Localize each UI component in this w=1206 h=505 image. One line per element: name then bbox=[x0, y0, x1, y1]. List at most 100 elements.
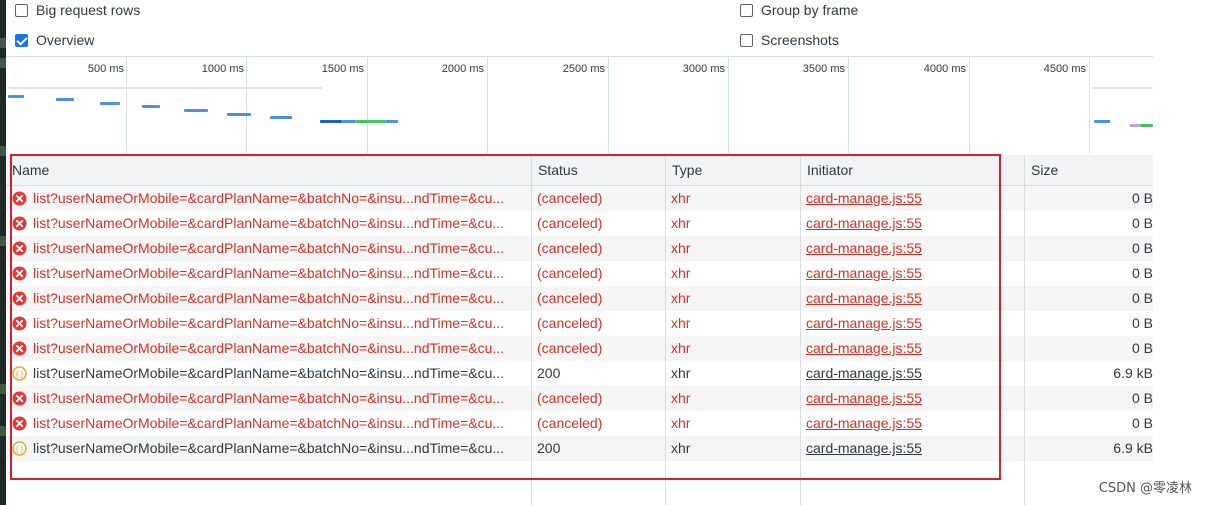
initiator-link[interactable]: card-manage.js:55 bbox=[806, 311, 1016, 336]
timeline-gridline bbox=[1089, 57, 1090, 153]
request-status: (canceled) bbox=[537, 390, 603, 406]
column-header-size[interactable]: Size bbox=[1025, 155, 1153, 185]
timeline-bar bbox=[1140, 124, 1153, 127]
request-name[interactable]: list?userNameOrMobile=&cardPlanName=&bat… bbox=[33, 436, 528, 461]
column-divider[interactable] bbox=[800, 155, 801, 505]
screenshots-label: Screenshots bbox=[761, 32, 839, 48]
timeline-bar bbox=[100, 102, 120, 105]
svg-text:{}: {} bbox=[15, 445, 25, 454]
timeline-gridline bbox=[246, 57, 247, 153]
request-name[interactable]: list?userNameOrMobile=&cardPlanName=&bat… bbox=[33, 186, 528, 211]
request-size: 0 B bbox=[1131, 390, 1153, 406]
initiator-link[interactable]: card-manage.js:55 bbox=[806, 361, 1016, 386]
request-size: 0 B bbox=[1131, 290, 1153, 306]
column-header-initiator[interactable]: Initiator bbox=[801, 155, 1025, 185]
timeline-tick-label: 2500 ms bbox=[562, 63, 605, 75]
error-circle-icon bbox=[12, 416, 27, 431]
timeline-bar bbox=[8, 87, 322, 89]
column-divider[interactable] bbox=[1024, 155, 1025, 505]
timeline-bar bbox=[1130, 124, 1140, 127]
request-name[interactable]: list?userNameOrMobile=&cardPlanName=&bat… bbox=[33, 261, 528, 286]
initiator-link[interactable]: card-manage.js:55 bbox=[806, 211, 1016, 236]
network-request-table: Name Status Type Initiator Size list?use… bbox=[6, 155, 1153, 505]
timeline-bar bbox=[320, 120, 342, 123]
request-name[interactable]: list?userNameOrMobile=&cardPlanName=&bat… bbox=[33, 386, 528, 411]
timeline-bar bbox=[386, 120, 398, 123]
timeline-bar bbox=[184, 109, 208, 112]
table-row[interactable]: list?userNameOrMobile=&cardPlanName=&bat… bbox=[6, 286, 1153, 311]
initiator-link[interactable]: card-manage.js:55 bbox=[806, 436, 1016, 461]
timeline-bar bbox=[342, 120, 356, 123]
initiator-link[interactable]: card-manage.js:55 bbox=[806, 336, 1016, 361]
table-row[interactable]: list?userNameOrMobile=&cardPlanName=&bat… bbox=[6, 311, 1153, 336]
table-row[interactable]: list?userNameOrMobile=&cardPlanName=&bat… bbox=[6, 211, 1153, 236]
timeline-bar bbox=[8, 95, 24, 98]
request-name[interactable]: list?userNameOrMobile=&cardPlanName=&bat… bbox=[33, 336, 528, 361]
request-name[interactable]: list?userNameOrMobile=&cardPlanName=&bat… bbox=[33, 411, 528, 436]
request-status: (canceled) bbox=[537, 265, 603, 281]
timeline-tick-label: 4500 ms bbox=[1043, 63, 1086, 75]
timeline-tick-label: 4000 ms bbox=[923, 63, 966, 75]
timeline-bar bbox=[1092, 87, 1153, 89]
table-row[interactable]: {} list?userNameOrMobile=&cardPlanName=&b… bbox=[6, 436, 1153, 461]
request-name[interactable]: list?userNameOrMobile=&cardPlanName=&bat… bbox=[33, 211, 528, 236]
timeline-gridline bbox=[728, 57, 729, 153]
overview-label: Overview bbox=[36, 32, 95, 48]
column-header-name[interactable]: Name bbox=[6, 155, 532, 185]
request-type: xhr bbox=[671, 190, 691, 206]
big-request-rows-checkbox[interactable] bbox=[15, 3, 28, 17]
request-type: xhr bbox=[671, 390, 691, 406]
svg-text:{}: {} bbox=[15, 370, 25, 379]
initiator-link[interactable]: card-manage.js:55 bbox=[806, 236, 1016, 261]
table-header: Name Status Type Initiator Size bbox=[6, 155, 1153, 186]
initiator-link[interactable]: card-manage.js:55 bbox=[806, 286, 1016, 311]
request-name[interactable]: list?userNameOrMobile=&cardPlanName=&bat… bbox=[33, 236, 528, 261]
request-size: 0 B bbox=[1131, 190, 1153, 206]
table-row[interactable]: list?userNameOrMobile=&cardPlanName=&bat… bbox=[6, 236, 1153, 261]
big-request-rows-label: Big request rows bbox=[36, 2, 141, 18]
request-name[interactable]: list?userNameOrMobile=&cardPlanName=&bat… bbox=[33, 286, 528, 311]
initiator-link[interactable]: card-manage.js:55 bbox=[806, 411, 1016, 436]
request-size: 0 B bbox=[1131, 215, 1153, 231]
request-status: (canceled) bbox=[537, 340, 603, 356]
column-header-type[interactable]: Type bbox=[666, 155, 801, 185]
error-circle-icon bbox=[12, 216, 27, 231]
initiator-link[interactable]: card-manage.js:55 bbox=[806, 261, 1016, 286]
timeline-bar bbox=[1094, 120, 1110, 123]
group-by-frame-option[interactable]: Group by frame bbox=[740, 0, 858, 20]
initiator-link[interactable]: card-manage.js:55 bbox=[806, 186, 1016, 211]
screenshots-option[interactable]: Screenshots bbox=[740, 30, 839, 50]
table-row[interactable]: list?userNameOrMobile=&cardPlanName=&bat… bbox=[6, 411, 1153, 436]
network-timeline-overview[interactable]: 500 ms 1000 ms 1500 ms 2000 ms 2500 ms 3… bbox=[6, 56, 1153, 153]
timeline-gridline bbox=[848, 57, 849, 153]
error-circle-icon bbox=[12, 266, 27, 281]
column-divider[interactable] bbox=[665, 155, 666, 505]
screenshots-checkbox[interactable] bbox=[740, 33, 753, 47]
request-status: (canceled) bbox=[537, 240, 603, 256]
timeline-bar bbox=[56, 98, 74, 101]
table-row[interactable]: list?userNameOrMobile=&cardPlanName=&bat… bbox=[6, 261, 1153, 286]
overview-checkbox[interactable] bbox=[15, 33, 28, 47]
error-circle-icon bbox=[12, 391, 27, 406]
table-row[interactable]: list?userNameOrMobile=&cardPlanName=&bat… bbox=[6, 336, 1153, 361]
request-type: xhr bbox=[671, 365, 691, 381]
column-header-status[interactable]: Status bbox=[532, 155, 666, 185]
overview-option[interactable]: Overview bbox=[15, 30, 94, 50]
table-row[interactable]: list?userNameOrMobile=&cardPlanName=&bat… bbox=[6, 386, 1153, 411]
xhr-fetch-icon: {} bbox=[12, 441, 27, 456]
column-divider[interactable] bbox=[531, 155, 532, 505]
error-circle-icon bbox=[12, 241, 27, 256]
table-row[interactable]: list?userNameOrMobile=&cardPlanName=&bat… bbox=[6, 186, 1153, 211]
request-type: xhr bbox=[671, 265, 691, 281]
request-status: (canceled) bbox=[537, 315, 603, 331]
initiator-link[interactable]: card-manage.js:55 bbox=[806, 386, 1016, 411]
timeline-bar bbox=[356, 120, 386, 123]
request-name[interactable]: list?userNameOrMobile=&cardPlanName=&bat… bbox=[33, 361, 528, 386]
group-by-frame-checkbox[interactable] bbox=[740, 3, 753, 17]
request-name[interactable]: list?userNameOrMobile=&cardPlanName=&bat… bbox=[33, 311, 528, 336]
table-row[interactable]: {} list?userNameOrMobile=&cardPlanName=&b… bbox=[6, 361, 1153, 386]
request-type: xhr bbox=[671, 215, 691, 231]
big-request-rows-option[interactable]: Big request rows bbox=[15, 0, 140, 20]
timeline-gridline bbox=[487, 57, 488, 153]
request-status: (canceled) bbox=[537, 415, 603, 431]
